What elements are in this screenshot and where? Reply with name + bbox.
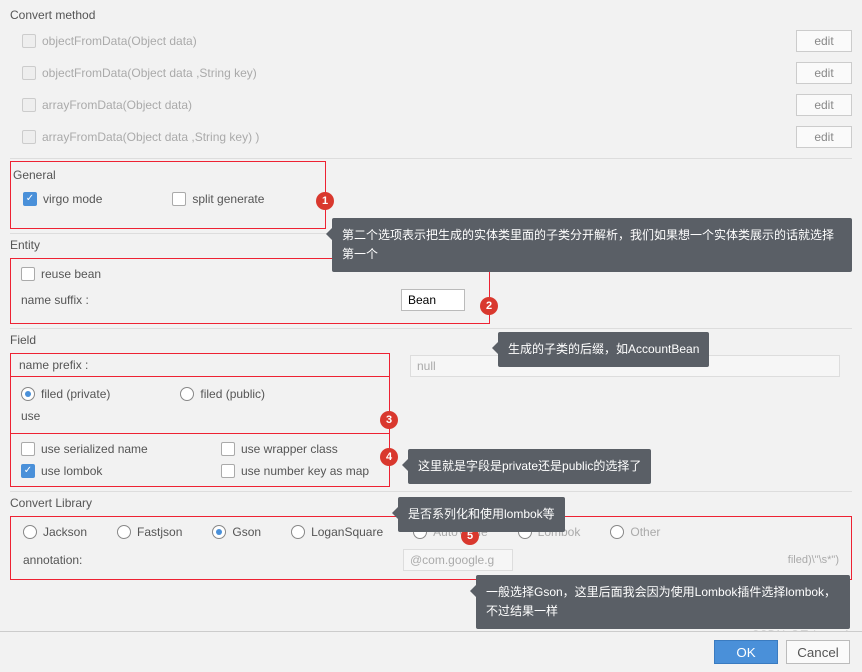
radio-fastjson[interactable] [117, 525, 131, 539]
fastjson-label: Fastjson [137, 525, 182, 539]
serialized-label: use serialized name [41, 442, 148, 456]
cancel-button[interactable]: Cancel [786, 640, 850, 664]
annotation-tail: filed)\"\s*") [788, 554, 839, 566]
section-field: Field [10, 329, 852, 353]
edit-button-3[interactable]: edit [796, 126, 852, 148]
ok-button[interactable]: OK [714, 640, 778, 664]
checkbox-serialized[interactable] [21, 442, 35, 456]
method-row: objectFromData(Object data ,String key) … [10, 60, 852, 92]
section-convert-method: Convert method [10, 4, 852, 28]
bottom-bar: OK Cancel [0, 631, 862, 672]
number-key-label: use number key as map [241, 464, 369, 478]
tooltip-2: 生成的子类的后缀，如AccountBean [498, 332, 709, 367]
wrapper-label: use wrapper class [241, 442, 338, 456]
checkbox-method-1[interactable] [22, 66, 36, 80]
radio-other[interactable] [610, 525, 624, 539]
checkbox-method-0[interactable] [22, 34, 36, 48]
badge-1: 1 [316, 192, 334, 210]
method-row: arrayFromData(Object data) edit [10, 92, 852, 124]
section-general: General [13, 164, 317, 188]
checkbox-virgo-mode[interactable] [23, 192, 37, 206]
badge-3: 3 [380, 411, 398, 429]
checkbox-method-3[interactable] [22, 130, 36, 144]
annotation-input[interactable] [403, 549, 513, 571]
section-use: use [21, 405, 381, 429]
logansquare-label: LoganSquare [311, 525, 383, 539]
checkbox-number-key[interactable] [221, 464, 235, 478]
checkbox-wrapper[interactable] [221, 442, 235, 456]
method-row: objectFromData(Object data) edit [10, 28, 852, 60]
virgo-mode-label: virgo mode [43, 192, 102, 206]
method-row: arrayFromData(Object data ,String key) )… [10, 124, 852, 156]
edit-button-2[interactable]: edit [796, 94, 852, 116]
name-suffix-label: name suffix : [21, 293, 401, 307]
split-generate-label: split generate [192, 192, 264, 206]
badge-2: 2 [480, 297, 498, 315]
method-label-1: objectFromData(Object data ,String key) [42, 66, 257, 80]
name-suffix-input[interactable] [401, 289, 465, 311]
method-label-3: arrayFromData(Object data ,String key) ) [42, 130, 259, 144]
annotation-label: annotation: [23, 553, 403, 567]
badge-4: 4 [380, 448, 398, 466]
radio-logansquare[interactable] [291, 525, 305, 539]
jackson-label: Jackson [43, 525, 87, 539]
tooltip-1: 第二个选项表示把生成的实体类里面的子类分开解析，我们如果想一个实体类展示的话就选… [332, 218, 852, 272]
gson-label: Gson [232, 525, 261, 539]
reuse-bean-label: reuse bean [41, 267, 101, 281]
checkbox-method-2[interactable] [22, 98, 36, 112]
filed-public-label: filed (public) [200, 387, 265, 401]
edit-button-0[interactable]: edit [796, 30, 852, 52]
method-label-2: arrayFromData(Object data) [42, 98, 192, 112]
radio-filed-private[interactable] [21, 387, 35, 401]
lombok-label: use lombok [41, 464, 102, 478]
tooltip-4: 是否系列化和使用lombok等 [398, 497, 565, 532]
method-label-0: objectFromData(Object data) [42, 34, 197, 48]
checkbox-lombok[interactable] [21, 464, 35, 478]
tooltip-5: 一般选择Gson，这里后面我会因为使用Lombok插件选择lombok，不过结果… [476, 575, 850, 629]
checkbox-split-generate[interactable] [172, 192, 186, 206]
radio-filed-public[interactable] [180, 387, 194, 401]
other-label: Other [630, 525, 660, 539]
filed-private-label: filed (private) [41, 387, 110, 401]
radio-jackson[interactable] [23, 525, 37, 539]
checkbox-reuse-bean[interactable] [21, 267, 35, 281]
tooltip-3: 这里就是字段是private还是public的选择了 [408, 449, 651, 484]
radio-gson[interactable] [212, 525, 226, 539]
edit-button-1[interactable]: edit [796, 62, 852, 84]
name-prefix-label: name prefix : [19, 358, 179, 372]
